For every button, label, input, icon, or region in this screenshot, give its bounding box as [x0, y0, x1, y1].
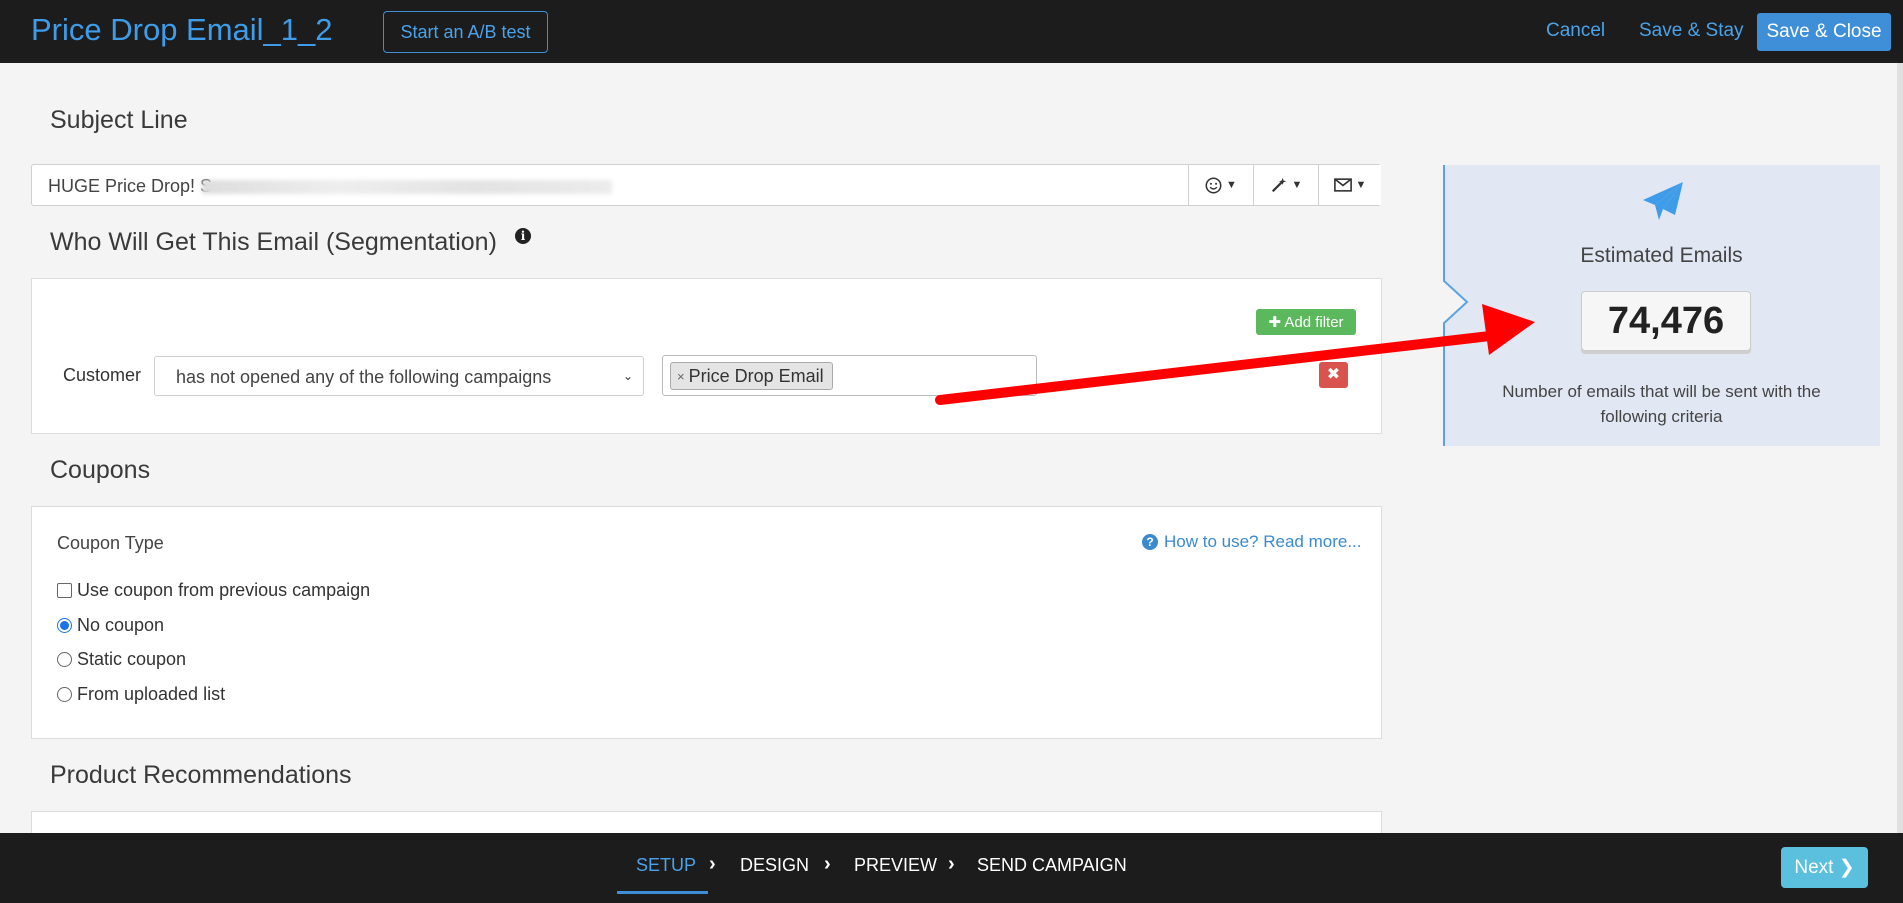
next-button[interactable]: Next ❯	[1781, 847, 1868, 888]
mail-options-button[interactable]: ▼	[1318, 165, 1381, 205]
panel-notch	[1443, 280, 1469, 324]
step-design[interactable]: DESIGN	[740, 855, 809, 876]
chevron-down-icon: ▼	[1291, 179, 1303, 191]
how-to-use-link[interactable]: ? How to use? Read more...	[1142, 532, 1361, 552]
static-coupon-option[interactable]: Static coupon	[57, 649, 186, 670]
chevron-right-icon: ›	[948, 853, 955, 875]
no-coupon-label: No coupon	[77, 615, 165, 635]
subject-input[interactable]: HUGE Price Drop! S ▼ ▼ ▼	[31, 164, 1381, 206]
how-to-use-label: How to use? Read more...	[1164, 532, 1362, 551]
smiley-icon	[1205, 177, 1222, 193]
uploaded-list-option[interactable]: From uploaded list	[57, 684, 225, 705]
subject-value: HUGE Price Drop! S	[48, 176, 213, 196]
coupon-type-label: Coupon Type	[57, 533, 164, 553]
estimate-title: Estimated Emails	[1580, 244, 1743, 267]
save-close-button[interactable]: Save & Close	[1757, 13, 1891, 51]
no-coupon-radio[interactable]	[57, 618, 72, 633]
customer-label: Customer	[63, 365, 142, 385]
redacted-text	[202, 180, 612, 194]
chevron-right-icon: ❯	[1838, 857, 1855, 878]
coupons-heading: Coupons	[50, 456, 151, 484]
step-setup[interactable]: SETUP	[636, 855, 696, 876]
recommendations-heading: Product Recommendations	[50, 761, 352, 789]
use-previous-checkbox[interactable]	[57, 583, 72, 598]
chevron-right-icon: ›	[824, 853, 831, 875]
next-label: Next	[1794, 857, 1834, 878]
ab-test-button[interactable]: Start an A/B test	[383, 11, 548, 53]
save-stay-button[interactable]: Save & Stay	[1639, 20, 1744, 42]
chevron-right-icon: ›	[709, 853, 716, 875]
plus-icon: ✚	[1268, 314, 1285, 331]
scrollbar[interactable]	[1897, 63, 1903, 833]
no-coupon-option[interactable]: No coupon	[57, 615, 164, 636]
static-coupon-radio[interactable]	[57, 652, 72, 667]
segmentation-heading: Who Will Get This Email (Segmentation)	[50, 228, 497, 256]
top-bar: Price Drop Email_1_2 Start an A/B test C…	[0, 0, 1903, 63]
magic-wand-icon	[1271, 177, 1286, 193]
tag-remove-icon[interactable]: ×	[677, 369, 685, 384]
use-previous-label: Use coupon from previous campaign	[77, 580, 371, 600]
campaign-tag: × Price Drop Email	[670, 362, 833, 390]
close-icon: ✖	[1326, 366, 1341, 383]
step-send-campaign[interactable]: SEND CAMPAIGN	[977, 855, 1127, 876]
condition-value: has not opened any of the following camp…	[176, 367, 552, 387]
use-previous-coupon-option[interactable]: Use coupon from previous campaign	[57, 580, 370, 601]
chevron-down-icon: ⌄	[622, 369, 633, 383]
static-coupon-label: Static coupon	[77, 649, 187, 669]
estimate-description: Number of emails that will be sent with …	[1502, 382, 1821, 426]
campaign-tag-label: Price Drop Email	[688, 365, 824, 386]
personalize-button[interactable]: ▼	[1253, 165, 1318, 205]
bottom-bar: SETUP › DESIGN › PREVIEW › SEND CAMPAIGN…	[0, 833, 1903, 903]
envelope-icon	[1333, 178, 1352, 192]
step-preview[interactable]: PREVIEW	[854, 855, 937, 876]
estimate-count: 74,476	[1581, 291, 1751, 351]
question-icon: ?	[1142, 534, 1158, 550]
uploaded-list-label: From uploaded list	[77, 684, 226, 704]
uploaded-list-radio[interactable]	[57, 687, 72, 702]
active-step-indicator	[617, 891, 708, 894]
chevron-down-icon: ▼	[1226, 179, 1237, 191]
campaign-title: Price Drop Email_1_2	[31, 12, 333, 47]
add-filter-button[interactable]: ✚ Add filter	[1256, 309, 1356, 335]
info-icon[interactable]: i	[515, 228, 531, 244]
chevron-down-icon: ▼	[1355, 179, 1367, 191]
add-filter-label: Add filter	[1284, 314, 1344, 331]
emoji-button[interactable]: ▼	[1188, 165, 1253, 205]
cancel-button[interactable]: Cancel	[1546, 20, 1605, 42]
remove-filter-button[interactable]: ✖	[1319, 362, 1348, 388]
paper-plane-icon	[1643, 182, 1683, 220]
campaign-tag-input[interactable]: × Price Drop Email	[662, 355, 1037, 396]
subject-line-heading: Subject Line	[50, 106, 188, 134]
condition-select[interactable]: has not opened any of the following camp…	[154, 356, 644, 396]
